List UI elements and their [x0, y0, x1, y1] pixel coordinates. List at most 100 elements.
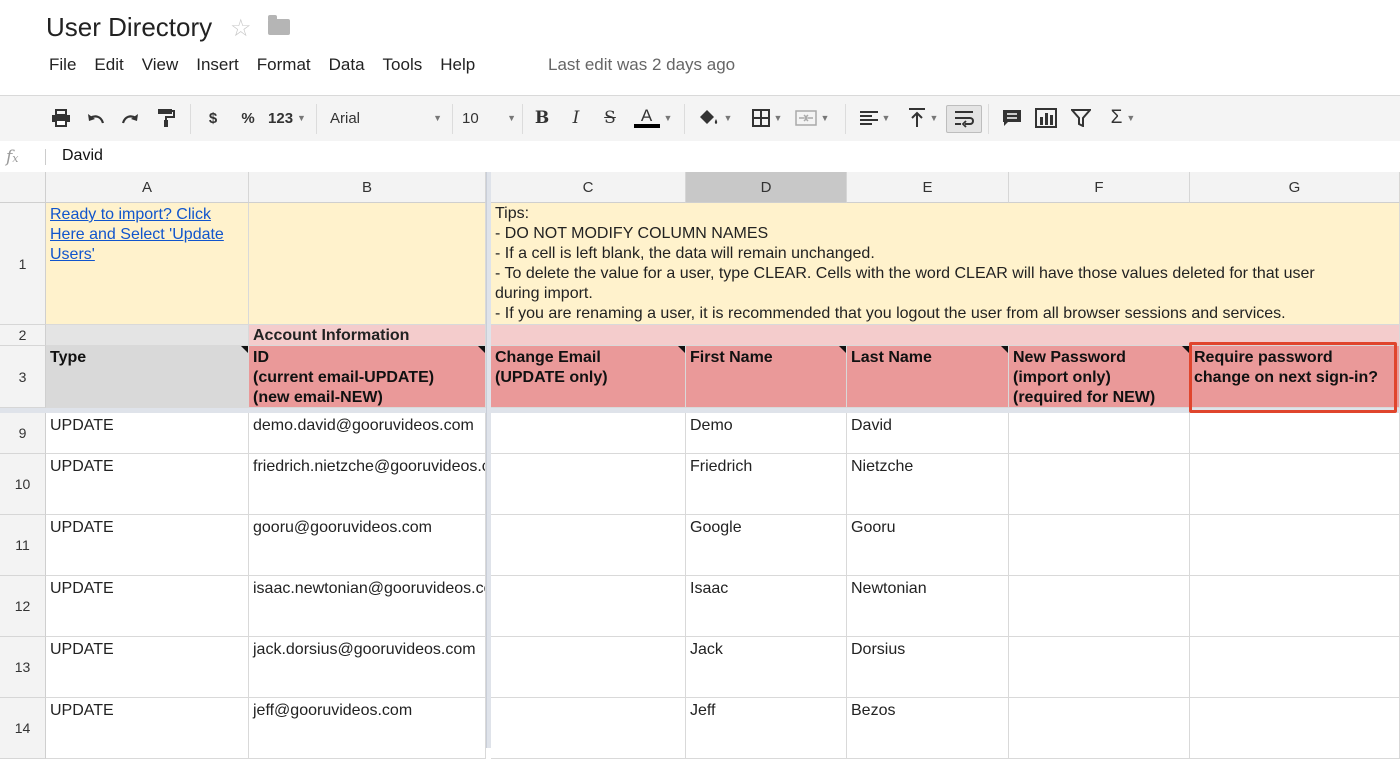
cell-change-email[interactable] — [491, 515, 686, 576]
strikethrough-button[interactable]: S — [598, 105, 622, 131]
paint-format-icon[interactable] — [153, 105, 179, 131]
cell-id[interactable]: demo.david@gooruvideos.com — [249, 413, 486, 454]
menu-tools[interactable]: Tools — [374, 55, 432, 75]
cell-change-email[interactable] — [491, 413, 686, 454]
cell-first-name[interactable]: Jack — [686, 637, 847, 698]
cell-require-password-change[interactable] — [1190, 413, 1400, 454]
frozen-columns-divider[interactable] — [486, 172, 491, 748]
cell-last-name[interactable]: Dorsius — [847, 637, 1009, 698]
borders-button[interactable]: ▼ — [744, 105, 790, 131]
column-header-a[interactable]: A — [46, 172, 249, 203]
filter-button[interactable] — [1068, 105, 1094, 131]
document-title[interactable]: User Directory — [46, 12, 212, 43]
cell-first-name[interactable]: Demo — [686, 413, 847, 454]
menu-file[interactable]: File — [40, 55, 85, 75]
cell-first-name[interactable]: Isaac — [686, 576, 847, 637]
cell-change-email[interactable] — [491, 576, 686, 637]
column-header-g[interactable]: G — [1190, 172, 1400, 203]
column-header-b[interactable]: B — [249, 172, 486, 203]
row-header[interactable]: 10 — [0, 454, 46, 515]
cell-a1[interactable]: Ready to import? Click Here and Select '… — [46, 203, 249, 325]
merge-cells-button[interactable]: ▼ — [790, 105, 834, 131]
cell-require-password-change[interactable] — [1190, 576, 1400, 637]
bold-button[interactable]: B — [530, 105, 554, 131]
cell-last-name[interactable]: Gooru — [847, 515, 1009, 576]
vertical-align-button[interactable]: ▼ — [902, 105, 944, 131]
text-color-button[interactable]: A ▼ — [630, 105, 676, 131]
column-header-e[interactable]: E — [847, 172, 1009, 203]
cell-first-name[interactable]: Google — [686, 515, 847, 576]
menu-insert[interactable]: Insert — [187, 55, 248, 75]
cell-new-password[interactable] — [1009, 698, 1190, 759]
cell-first-name[interactable]: Jeff — [686, 698, 847, 759]
header-new-password[interactable]: New Password (import only) (required for… — [1009, 346, 1190, 408]
cell-new-password[interactable] — [1009, 515, 1190, 576]
comment-button[interactable] — [998, 105, 1026, 131]
cell-id[interactable]: gooru@gooruvideos.com — [249, 515, 486, 576]
cell-type[interactable]: UPDATE — [46, 515, 249, 576]
cell-id[interactable]: jack.dorsius@gooruvideos.com — [249, 637, 486, 698]
currency-format-button[interactable]: $ — [200, 105, 226, 131]
horizontal-align-button[interactable]: ▼ — [854, 105, 896, 131]
cell-type[interactable]: UPDATE — [46, 454, 249, 515]
cell-new-password[interactable] — [1009, 454, 1190, 515]
row-header[interactable]: 9 — [0, 413, 46, 454]
select-all-corner[interactable] — [0, 172, 46, 203]
header-last-name[interactable]: Last Name — [847, 346, 1009, 408]
fill-color-button[interactable]: ▼ — [692, 105, 736, 131]
row-header[interactable]: 13 — [0, 637, 46, 698]
folder-icon[interactable] — [268, 15, 290, 35]
cell-type[interactable]: UPDATE — [46, 413, 249, 454]
menu-data[interactable]: Data — [320, 55, 374, 75]
font-family-dropdown[interactable]: Arial ▼ — [330, 105, 442, 131]
column-header-c[interactable]: C — [491, 172, 686, 203]
row-header[interactable]: 14 — [0, 698, 46, 759]
cell-type[interactable]: UPDATE — [46, 698, 249, 759]
cell-change-email[interactable] — [491, 698, 686, 759]
cell-require-password-change[interactable] — [1190, 515, 1400, 576]
cell-id[interactable]: friedrich.nietzche@gooruvideos.com — [249, 454, 486, 515]
cell-last-name[interactable]: David — [847, 413, 1009, 454]
cell-change-email[interactable] — [491, 637, 686, 698]
cell-require-password-change[interactable] — [1190, 698, 1400, 759]
menu-view[interactable]: View — [133, 55, 188, 75]
tips-cell[interactable]: Tips: - DO NOT MODIFY COLUMN NAMES - If … — [491, 203, 1400, 325]
last-edit-status[interactable]: Last edit was 2 days ago — [548, 55, 735, 75]
wrap-text-button[interactable] — [946, 105, 982, 133]
cell-require-password-change[interactable] — [1190, 637, 1400, 698]
cell-b1[interactable] — [249, 203, 486, 325]
cell-new-password[interactable] — [1009, 576, 1190, 637]
number-format-dropdown[interactable]: 123 ▼ — [266, 105, 308, 131]
column-header-d[interactable]: D — [686, 172, 847, 203]
cell-type[interactable]: UPDATE — [46, 637, 249, 698]
cell-change-email[interactable] — [491, 454, 686, 515]
redo-icon[interactable] — [117, 105, 143, 131]
header-type[interactable]: Type — [46, 346, 249, 408]
cell-first-name[interactable]: Friedrich — [686, 454, 847, 515]
cell-last-name[interactable]: Bezos — [847, 698, 1009, 759]
cell-last-name[interactable]: Nietzche — [847, 454, 1009, 515]
menu-edit[interactable]: Edit — [85, 55, 132, 75]
cell-id[interactable]: jeff@gooruvideos.com — [249, 698, 486, 759]
menu-format[interactable]: Format — [248, 55, 320, 75]
undo-icon[interactable] — [83, 105, 109, 131]
cell-id[interactable]: isaac.newtonian@gooruvideos.com — [249, 576, 486, 637]
print-icon[interactable] — [48, 105, 74, 131]
header-id[interactable]: ID (current email-UPDATE) (new email-NEW… — [249, 346, 486, 408]
section-label[interactable]: Account Information — [249, 325, 486, 346]
menu-help[interactable]: Help — [431, 55, 484, 75]
row-header-3[interactable]: 3 — [0, 346, 46, 408]
cell-require-password-change[interactable] — [1190, 454, 1400, 515]
cell-new-password[interactable] — [1009, 637, 1190, 698]
italic-button[interactable]: I — [564, 105, 588, 131]
row-header[interactable]: 11 — [0, 515, 46, 576]
column-header-f[interactable]: F — [1009, 172, 1190, 203]
header-change-email[interactable]: Change Email (UPDATE only) — [491, 346, 686, 408]
cell-type[interactable]: UPDATE — [46, 576, 249, 637]
cell-a2[interactable] — [46, 325, 249, 346]
functions-button[interactable]: Σ ▼ — [1102, 105, 1144, 131]
cell-new-password[interactable] — [1009, 413, 1190, 454]
font-size-dropdown[interactable]: 10 ▼ — [462, 105, 516, 131]
star-icon[interactable]: ☆ — [230, 14, 252, 43]
percent-format-button[interactable]: % — [235, 105, 261, 131]
